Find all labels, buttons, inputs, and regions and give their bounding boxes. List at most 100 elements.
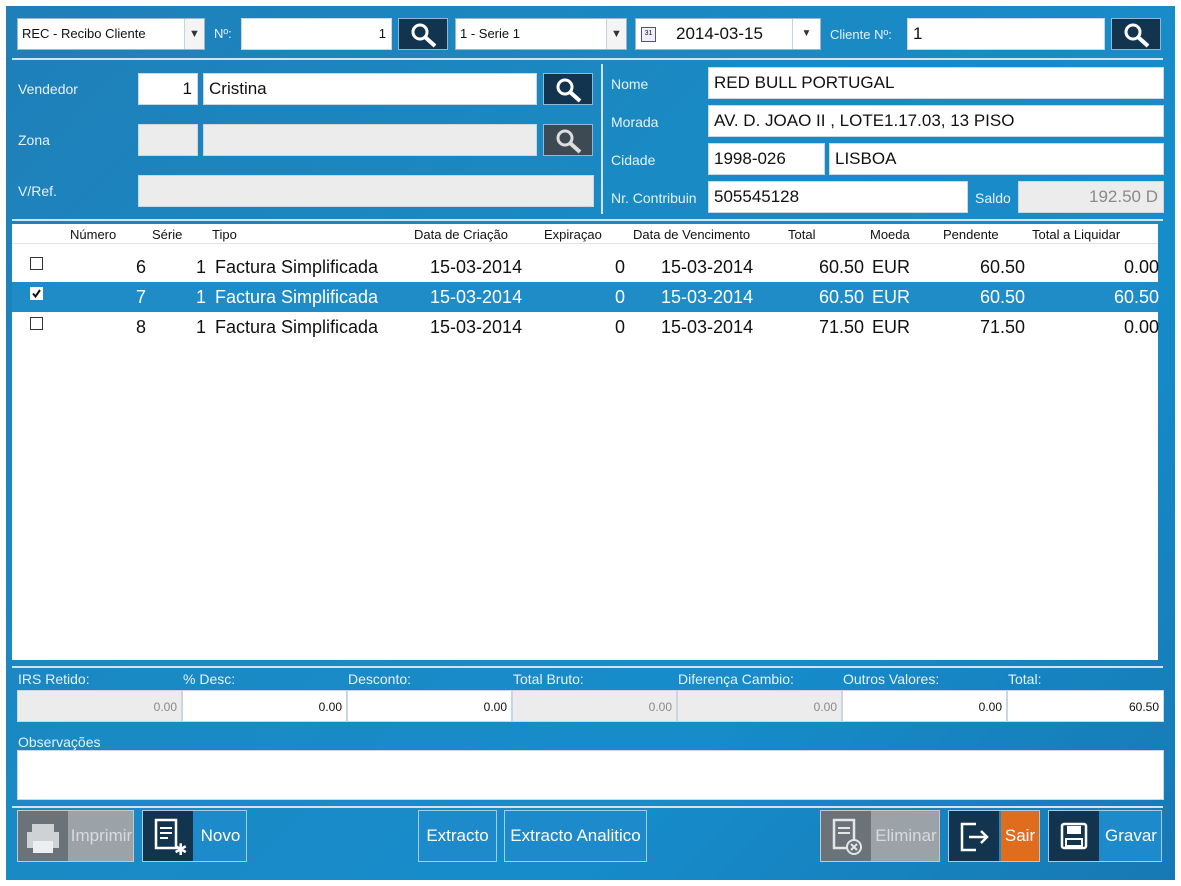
save-icon: [1049, 811, 1099, 861]
desc-pct-field[interactable]: 0.00: [182, 690, 347, 722]
col-liquidar[interactable]: Total a Liquidar: [1032, 227, 1120, 242]
numero-label: Nº:: [214, 26, 232, 41]
table-row[interactable]: 7 1 Factura Simplificada 15-03-2014 0 15…: [12, 282, 1160, 312]
vref-label: V/Ref.: [18, 183, 57, 199]
cell-serie: 1: [196, 287, 207, 307]
calendar-icon[interactable]: 31: [641, 27, 656, 42]
morada-label: Morada: [611, 114, 659, 130]
zona-label: Zona: [18, 132, 50, 148]
vendedor-search-button[interactable]: [543, 73, 593, 105]
cidade-input[interactable]: LISBOA: [829, 143, 1164, 175]
cidade-label: Cidade: [611, 152, 656, 168]
col-tipo[interactable]: Tipo: [212, 227, 237, 242]
imprimir-button: Imprimir: [17, 810, 134, 862]
row-checkbox[interactable]: [30, 287, 43, 300]
numero-input[interactable]: 1: [241, 18, 392, 50]
sair-button[interactable]: Sair: [948, 810, 1040, 862]
vendedor-number-input[interactable]: 1: [138, 73, 198, 105]
col-expiracao[interactable]: Expiraçao: [544, 227, 602, 242]
total-label: Total:: [1008, 671, 1042, 687]
cell-tipo: Factura Simplificada: [215, 257, 379, 277]
exit-icon: [949, 811, 999, 861]
novo-button[interactable]: ✱ Novo: [142, 810, 247, 862]
row-checkbox[interactable]: [30, 257, 43, 270]
gravar-label: Gravar: [1105, 826, 1157, 845]
search-icon: [1124, 23, 1150, 48]
vendedor-name-input[interactable]: Cristina: [203, 73, 537, 105]
cell-moeda: EUR: [872, 317, 911, 337]
delete-document-icon: [821, 811, 871, 861]
new-document-icon: ✱: [143, 811, 193, 861]
col-criacao[interactable]: Data de Criação: [414, 227, 508, 242]
svg-text:✱: ✱: [174, 840, 187, 859]
col-vencimento[interactable]: Data de Vencimento: [633, 227, 750, 242]
desc-pct-label: % Desc:: [183, 671, 236, 687]
zona-number-input: [138, 124, 198, 156]
irs-field: 0.00: [17, 690, 182, 722]
date-picker[interactable]: 31 2014-03-15 ▼: [635, 18, 821, 50]
cell-moeda: EUR: [872, 287, 911, 307]
cell-numero: 7: [136, 287, 147, 307]
total-bruto-label: Total Bruto:: [513, 671, 584, 687]
documents-table[interactable]: Número Série Tipo Data de Criação Expira…: [12, 224, 1160, 660]
outros-label: Outros Valores:: [843, 671, 940, 687]
chevron-down-icon[interactable]: ▼: [606, 19, 626, 49]
serie-select[interactable]: 1 - Serie 1 ▼: [455, 18, 627, 50]
cliente-label: Cliente Nº:: [830, 27, 892, 42]
cliente-input[interactable]: 1: [907, 18, 1105, 50]
cambio-label: Diferença Cambio:: [678, 671, 794, 687]
search-icon: [556, 129, 582, 154]
cell-pendente: 71.50: [980, 317, 1026, 337]
divider: [12, 806, 1163, 808]
cell-total: 71.50: [819, 317, 865, 337]
col-serie[interactable]: Série: [152, 227, 182, 242]
chevron-down-icon[interactable]: ▼: [184, 19, 204, 49]
cliente-search-button[interactable]: [1111, 18, 1161, 50]
cell-vencimento: 15-03-2014: [661, 317, 754, 337]
desconto-field[interactable]: 0.00: [347, 690, 512, 722]
cell-liquidar: 60.50: [1114, 287, 1160, 307]
table-row[interactable]: 8 1 Factura Simplificada 15-03-2014 0 15…: [12, 312, 1159, 342]
total-field: 60.50: [1007, 690, 1164, 722]
cell-vencimento: 15-03-2014: [661, 287, 754, 307]
cell-criacao: 15-03-2014: [430, 317, 523, 337]
divider: [12, 58, 1163, 60]
extracto-button[interactable]: Extracto: [418, 810, 497, 862]
col-pendente[interactable]: Pendente: [943, 227, 999, 242]
contribuinte-label: Nr. Contribuin: [611, 190, 697, 206]
row-checkbox[interactable]: [30, 317, 43, 330]
vendedor-label: Vendedor: [18, 81, 78, 97]
col-total[interactable]: Total: [788, 227, 815, 242]
saldo-label: Saldo: [975, 190, 1011, 206]
col-moeda[interactable]: Moeda: [870, 227, 910, 242]
extracto-analitico-button[interactable]: Extracto Analitico: [504, 810, 647, 862]
date-dropdown-icon[interactable]: ▼: [792, 19, 820, 49]
divider: [12, 666, 1163, 668]
nome-input[interactable]: RED BULL PORTUGAL: [708, 67, 1164, 99]
numero-search-button[interactable]: [398, 18, 448, 50]
serie-value: 1 - Serie 1: [460, 26, 520, 41]
postal-code-input[interactable]: 1998-026: [708, 143, 825, 175]
vref-input: [138, 175, 594, 207]
zona-search-button: [543, 124, 593, 156]
cell-expiracao: 0: [615, 257, 626, 277]
cell-tipo: Factura Simplificada: [215, 317, 379, 337]
doc-type-value: REC - Recibo Cliente: [22, 26, 146, 41]
table-row[interactable]: 6 1 Factura Simplificada 15-03-2014 0 15…: [12, 252, 1159, 282]
doc-type-select[interactable]: REC - Recibo Cliente ▼: [17, 18, 205, 50]
col-numero[interactable]: Número: [70, 227, 116, 242]
cell-vencimento: 15-03-2014: [661, 257, 754, 277]
eliminar-button: Eliminar: [820, 810, 940, 862]
sair-label: Sair: [1001, 811, 1039, 861]
novo-label: Novo: [200, 826, 241, 845]
outros-field[interactable]: 0.00: [842, 690, 1007, 722]
vertical-divider: [601, 64, 603, 214]
observacoes-label: Observações: [18, 734, 101, 750]
cell-pendente: 60.50: [980, 257, 1026, 277]
zona-name-input: [203, 124, 537, 156]
contribuinte-input[interactable]: 505545128: [708, 181, 968, 213]
gravar-button[interactable]: Gravar: [1048, 810, 1162, 862]
observacoes-input[interactable]: [17, 750, 1164, 800]
date-value: 2014-03-15: [676, 24, 763, 43]
morada-input[interactable]: AV. D. JOAO II , LOTE1.17.03, 13 PISO: [708, 105, 1164, 137]
